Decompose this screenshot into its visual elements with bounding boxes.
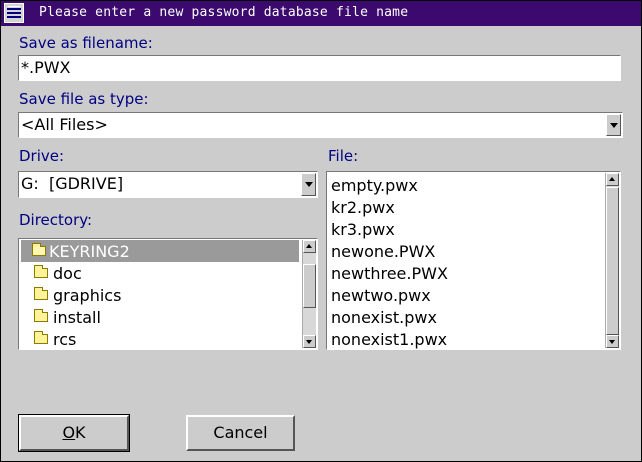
chevron-down-icon[interactable] [606, 114, 621, 136]
file-type-dropdown[interactable]: <All Files> [18, 112, 623, 138]
file-item[interactable]: nonexist1.pwx [331, 330, 447, 349]
file-scrollbar[interactable] [605, 173, 619, 348]
ok-label: K [75, 423, 86, 442]
open-folder-icon [32, 243, 46, 256]
directory-item-label: KEYRING2 [49, 242, 130, 261]
file-label: File: [328, 147, 359, 165]
file-item[interactable]: kr3.pwx [331, 220, 395, 239]
file-list[interactable]: empty.pwx kr2.pwx kr3.pwx newone.PWX new… [326, 171, 621, 350]
scroll-thumb[interactable] [606, 187, 619, 335]
scroll-thumb[interactable] [303, 264, 316, 308]
save-file-dialog: Please enter a new password database fil… [0, 0, 642, 462]
file-item[interactable]: nonexist.pwx [331, 308, 437, 327]
scroll-down-icon[interactable] [303, 335, 316, 348]
file-item[interactable]: newone.PWX [331, 242, 435, 261]
scroll-up-icon[interactable] [303, 240, 316, 253]
directory-scrollbar[interactable] [302, 240, 316, 348]
directory-item[interactable]: KEYRING2 [21, 240, 299, 262]
file-item[interactable]: newtwo.pwx [331, 286, 431, 305]
folder-icon [34, 287, 48, 300]
system-menu-icon[interactable] [4, 3, 24, 23]
window-title: Please enter a new password database fil… [39, 5, 409, 20]
filename-input[interactable]: *.PWX [18, 55, 621, 81]
title-bar: Please enter a new password database fil… [1, 1, 641, 26]
file-type-label: Save file as type: [19, 90, 149, 108]
file-item[interactable]: newthree.PWX [331, 264, 448, 283]
folder-icon [34, 309, 48, 322]
cancel-label: Cancel [213, 423, 268, 442]
drive-value: G: [GDRIVE] [21, 174, 124, 193]
filename-value: *.PWX [21, 58, 71, 77]
ok-button[interactable]: OK [18, 414, 130, 452]
directory-list[interactable]: KEYRING2 doc graphics install rcs [18, 238, 318, 350]
directory-item-label: rcs [53, 330, 77, 349]
directory-label: Directory: [19, 211, 93, 229]
drive-label: Drive: [19, 147, 65, 165]
directory-item-label: doc [53, 264, 82, 283]
folder-icon [34, 331, 48, 344]
ok-mnemonic: O [62, 423, 76, 442]
chevron-down-icon[interactable] [301, 173, 316, 196]
folder-icon [34, 265, 48, 278]
scroll-up-icon[interactable] [606, 173, 619, 186]
file-type-value: <All Files> [21, 115, 108, 134]
drive-dropdown[interactable]: G: [GDRIVE] [18, 171, 318, 198]
directory-item-label: graphics [53, 286, 122, 305]
file-item[interactable]: kr2.pwx [331, 198, 395, 217]
scroll-down-icon[interactable] [606, 335, 619, 348]
file-item[interactable]: empty.pwx [331, 176, 418, 195]
cancel-button[interactable]: Cancel [186, 415, 295, 451]
directory-item-label: install [53, 308, 101, 327]
save-as-label: Save as filename: [19, 34, 153, 52]
